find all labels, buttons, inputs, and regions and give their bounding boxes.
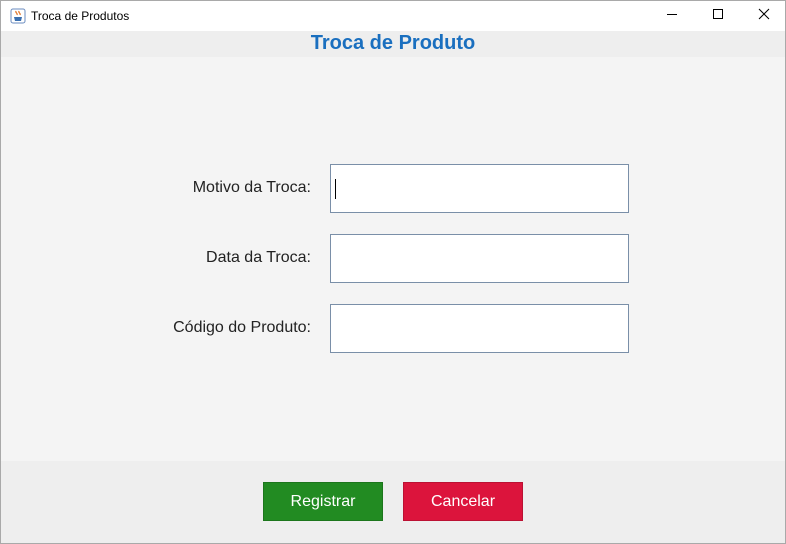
- reason-input[interactable]: [330, 164, 629, 213]
- product-code-input[interactable]: [330, 304, 629, 353]
- page-title: Troca de Produto: [310, 32, 476, 54]
- minimize-button[interactable]: [649, 1, 695, 31]
- product-code-label: Código do Produto:: [173, 319, 311, 336]
- app-window: Troca de Produtos Troca de Produto Motiv…: [0, 0, 786, 544]
- reason-label: Motivo da Troca:: [192, 179, 311, 196]
- text-caret: [335, 179, 336, 199]
- title-bar[interactable]: Troca de Produtos: [1, 1, 785, 31]
- maximize-icon: [712, 7, 724, 25]
- cancel-button[interactable]: Cancelar: [403, 482, 523, 521]
- minimize-icon: [666, 7, 678, 25]
- close-icon: [758, 7, 770, 25]
- java-cup-icon: [10, 8, 26, 24]
- maximize-button[interactable]: [695, 1, 741, 31]
- footer-panel: Registrar Cancelar: [1, 461, 785, 543]
- form-panel: Motivo da Troca: Data da Troca: Código d…: [1, 57, 785, 461]
- date-input[interactable]: [330, 234, 629, 283]
- header-panel: Troca de Produto: [1, 31, 785, 57]
- date-label: Data da Troca:: [206, 249, 311, 266]
- window-title: Troca de Produtos: [31, 9, 130, 23]
- close-button[interactable]: [741, 1, 786, 31]
- register-button[interactable]: Registrar: [263, 482, 383, 521]
